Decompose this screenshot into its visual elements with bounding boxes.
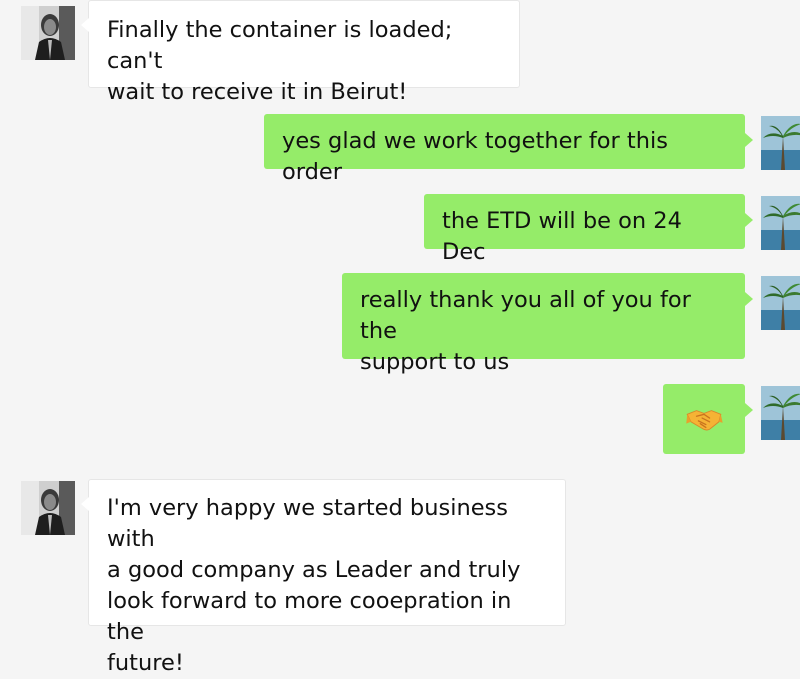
person-avatar-icon [21, 481, 75, 535]
outgoing-emoji-bubble[interactable] [663, 384, 753, 454]
own-avatar[interactable] [756, 116, 800, 170]
outgoing-message-bubble[interactable]: really thank you all of you for the supp… [342, 273, 753, 375]
palm-tree-avatar-icon [761, 196, 800, 250]
incoming-message-bubble[interactable]: Finally the container is loaded; can't w… [81, 0, 520, 105]
own-avatar[interactable] [756, 276, 800, 330]
outgoing-message-bubble[interactable]: the ETD will be on 24 Dec [424, 194, 753, 265]
outgoing-message-bubble[interactable]: yes glad we work together for this order [264, 114, 753, 185]
incoming-message-bubble[interactable]: I'm very happy we started business with … [81, 479, 566, 676]
own-avatar[interactable] [756, 196, 800, 250]
palm-tree-avatar-icon [761, 116, 800, 170]
chat-window: Finally the container is loaded; can't w… [0, 0, 800, 676]
palm-tree-avatar-icon [761, 276, 800, 330]
own-avatar[interactable] [756, 386, 800, 440]
palm-tree-avatar-icon [761, 386, 800, 440]
person-avatar-icon [21, 6, 75, 60]
contact-avatar[interactable] [21, 481, 75, 535]
contact-avatar[interactable] [21, 6, 75, 60]
handshake-emoji [686, 410, 723, 431]
